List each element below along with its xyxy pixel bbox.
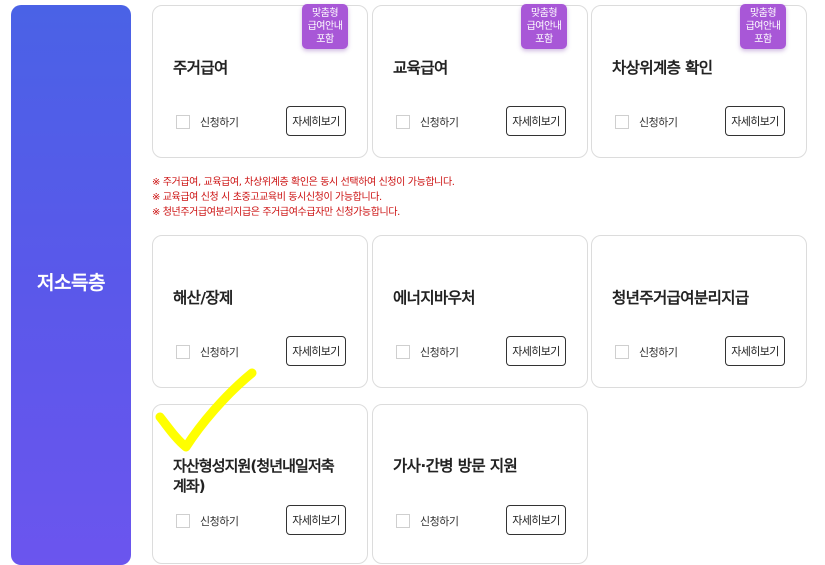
apply-option[interactable]: 신청하기 bbox=[176, 114, 239, 130]
detail-button[interactable]: 자세히보기 bbox=[506, 336, 566, 366]
card-title: 청년주거급여분리지급 bbox=[612, 289, 749, 307]
card-title: 자산형성지원(청년내일저축 계좌) bbox=[173, 457, 335, 495]
card-childbirth-funeral: 해산/장제 신청하기 자세히보기 bbox=[152, 235, 368, 388]
card-title: 주거급여 bbox=[173, 59, 228, 77]
card-title: 가사·간병 방문 지원 bbox=[393, 457, 518, 475]
apply-option[interactable]: 신청하기 bbox=[176, 344, 239, 360]
apply-label: 신청하기 bbox=[420, 116, 459, 129]
card-title: 차상위계층 확인 bbox=[612, 59, 713, 77]
apply-option[interactable]: 신청하기 bbox=[615, 344, 678, 360]
apply-label: 신청하기 bbox=[200, 116, 239, 129]
detail-button[interactable]: 자세히보기 bbox=[286, 336, 346, 366]
custom-benefit-badge: 맞춤형 급여안내 포함 bbox=[302, 4, 348, 49]
notice-item: ※ 청년주거급여분리지급은 주거급여수급자만 신청가능합니다. bbox=[152, 207, 400, 218]
apply-checkbox[interactable] bbox=[176, 514, 190, 528]
custom-benefit-badge: 맞춤형 급여안내 포함 bbox=[521, 4, 567, 49]
detail-button[interactable]: 자세히보기 bbox=[506, 505, 566, 535]
detail-button[interactable]: 자세히보기 bbox=[725, 106, 785, 136]
card-near-poverty-confirmation: 맞춤형 급여안내 포함 차상위계층 확인 신청하기 자세히보기 bbox=[591, 4, 807, 158]
apply-checkbox[interactable] bbox=[396, 345, 410, 359]
apply-checkbox[interactable] bbox=[176, 115, 190, 129]
apply-option[interactable]: 신청하기 bbox=[396, 114, 459, 130]
apply-checkbox[interactable] bbox=[176, 345, 190, 359]
apply-option[interactable]: 신청하기 bbox=[176, 513, 239, 529]
category-sidebar: 저소득층 bbox=[11, 5, 131, 565]
apply-checkbox[interactable] bbox=[396, 514, 410, 528]
apply-option[interactable]: 신청하기 bbox=[615, 114, 678, 130]
detail-button[interactable]: 자세히보기 bbox=[725, 336, 785, 366]
detail-button[interactable]: 자세히보기 bbox=[506, 106, 566, 136]
card-energy-voucher: 에너지바우처 신청하기 자세히보기 bbox=[372, 235, 588, 388]
apply-label: 신청하기 bbox=[639, 116, 678, 129]
custom-benefit-badge: 맞춤형 급여안내 포함 bbox=[740, 4, 786, 49]
card-housing-benefit: 맞춤형 급여안내 포함 주거급여 신청하기 자세히보기 bbox=[152, 4, 368, 158]
card-home-care-visit-support: 가사·간병 방문 지원 신청하기 자세히보기 bbox=[372, 404, 588, 564]
apply-label: 신청하기 bbox=[420, 515, 459, 528]
card-education-benefit: 맞춤형 급여안내 포함 교육급여 신청하기 자세히보기 bbox=[372, 4, 588, 158]
detail-button[interactable]: 자세히보기 bbox=[286, 106, 346, 136]
notice-item: ※ 교육급여 신청 시 초중고교육비 동시신청이 가능합니다. bbox=[152, 192, 382, 203]
card-title: 에너지바우처 bbox=[393, 289, 476, 307]
card-asset-formation-support: 자산형성지원(청년내일저축 계좌) 신청하기 자세히보기 bbox=[152, 404, 368, 564]
apply-checkbox[interactable] bbox=[615, 115, 629, 129]
card-youth-housing-separate-payment: 청년주거급여분리지급 신청하기 자세히보기 bbox=[591, 235, 807, 388]
apply-option[interactable]: 신청하기 bbox=[396, 513, 459, 529]
detail-button[interactable]: 자세히보기 bbox=[286, 505, 346, 535]
card-title: 교육급여 bbox=[393, 59, 448, 77]
apply-label: 신청하기 bbox=[420, 346, 459, 359]
card-title: 해산/장제 bbox=[173, 289, 233, 307]
notice-list: ※ 주거급여, 교육급여, 차상위계층 확인은 동시 선택하여 신청이 가능합니… bbox=[152, 175, 455, 220]
apply-label: 신청하기 bbox=[200, 515, 239, 528]
apply-checkbox[interactable] bbox=[396, 115, 410, 129]
apply-option[interactable]: 신청하기 bbox=[396, 344, 459, 360]
apply-label: 신청하기 bbox=[200, 346, 239, 359]
category-title: 저소득층 bbox=[37, 271, 105, 294]
notice-item: ※ 주거급여, 교육급여, 차상위계층 확인은 동시 선택하여 신청이 가능합니… bbox=[152, 177, 455, 188]
apply-label: 신청하기 bbox=[639, 346, 678, 359]
apply-checkbox[interactable] bbox=[615, 345, 629, 359]
